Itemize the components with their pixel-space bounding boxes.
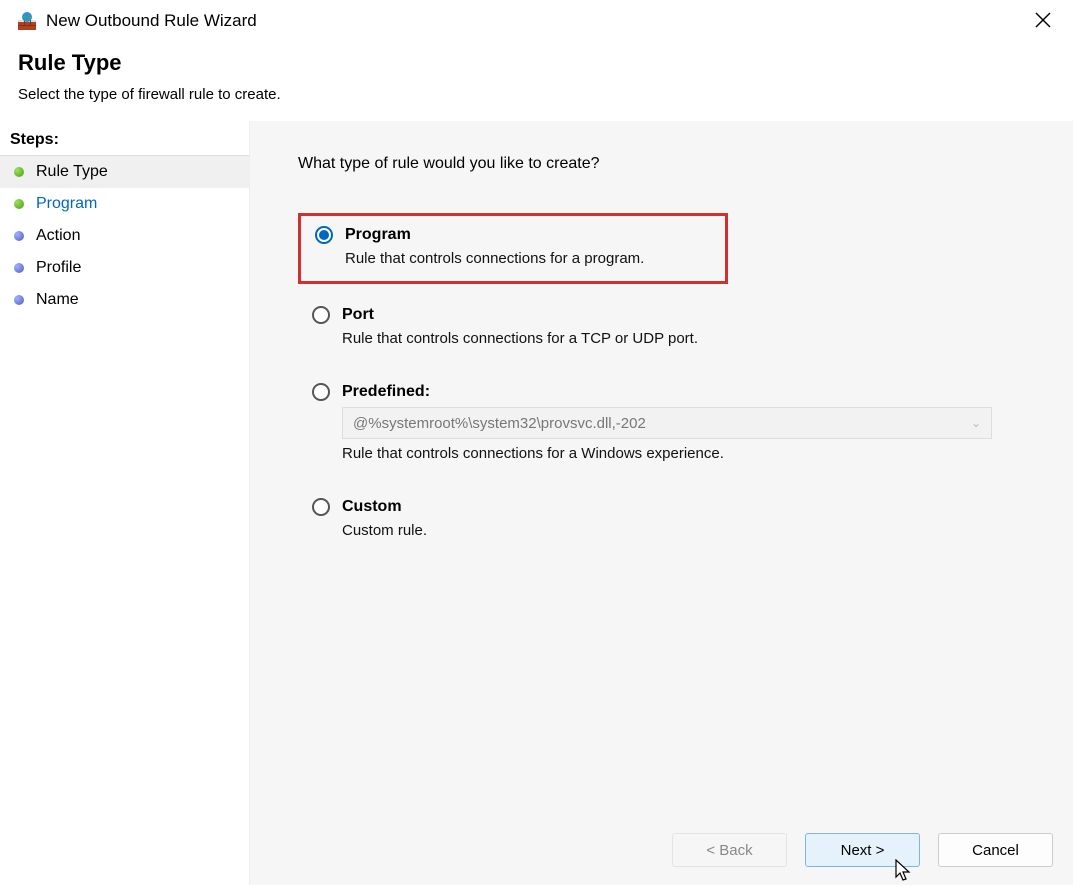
option-port-title: Port <box>342 306 374 324</box>
header: Rule Type Select the type of firewall ru… <box>0 40 1073 121</box>
close-button[interactable] <box>1025 8 1061 35</box>
firewall-icon <box>18 12 36 30</box>
page-title: Rule Type <box>18 50 1073 76</box>
step-label: Action <box>36 227 80 245</box>
option-custom-title: Custom <box>342 498 402 516</box>
steps-heading: Steps: <box>0 125 249 156</box>
radio-predefined[interactable] <box>312 383 330 401</box>
option-port[interactable]: Port Rule that controls connections for … <box>298 296 1013 361</box>
option-custom[interactable]: Custom Custom rule. <box>298 488 1013 553</box>
step-action[interactable]: Action <box>0 220 249 252</box>
step-profile[interactable]: Profile <box>0 252 249 284</box>
step-label: Rule Type <box>36 163 108 181</box>
radio-program[interactable] <box>315 226 333 244</box>
option-predefined[interactable]: Predefined: @%systemroot%\system32\provs… <box>298 373 1013 476</box>
option-program-desc: Rule that controls connections for a pro… <box>345 250 711 267</box>
option-custom-desc: Custom rule. <box>342 522 999 539</box>
radio-custom[interactable] <box>312 498 330 516</box>
titlebar: New Outbound Rule Wizard <box>0 0 1073 40</box>
step-bullet-icon <box>14 263 24 273</box>
main-panel: What type of rule would you like to crea… <box>250 121 1073 885</box>
back-button: < Back <box>672 833 787 867</box>
step-program[interactable]: Program <box>0 188 249 220</box>
step-rule-type[interactable]: Rule Type <box>0 156 249 188</box>
step-name[interactable]: Name <box>0 284 249 316</box>
chevron-down-icon: ⌄ <box>971 416 981 430</box>
step-bullet-icon <box>14 199 24 209</box>
cancel-button[interactable]: Cancel <box>938 833 1053 867</box>
rule-type-options: Program Rule that controls connections f… <box>298 213 1073 553</box>
question-text: What type of rule would you like to crea… <box>298 155 1073 173</box>
step-label: Program <box>36 195 97 213</box>
step-bullet-icon <box>14 167 24 177</box>
step-bullet-icon <box>14 231 24 241</box>
window-title: New Outbound Rule Wizard <box>46 11 1025 31</box>
predefined-dropdown: @%systemroot%\system32\provsvc.dll,-202 … <box>342 407 992 439</box>
wizard-footer: < Back Next > Cancel <box>672 833 1053 867</box>
predefined-dropdown-value: @%systemroot%\system32\provsvc.dll,-202 <box>353 415 646 432</box>
page-subtitle: Select the type of firewall rule to crea… <box>18 86 1073 103</box>
radio-port[interactable] <box>312 306 330 324</box>
option-predefined-title: Predefined: <box>342 383 430 401</box>
step-label: Name <box>36 291 79 309</box>
step-label: Profile <box>36 259 81 277</box>
step-bullet-icon <box>14 295 24 305</box>
option-program[interactable]: Program Rule that controls connections f… <box>298 213 728 284</box>
option-port-desc: Rule that controls connections for a TCP… <box>342 330 999 347</box>
option-program-title: Program <box>345 226 411 244</box>
option-predefined-desc: Rule that controls connections for a Win… <box>342 445 999 462</box>
next-button[interactable]: Next > <box>805 833 920 867</box>
steps-sidebar: Steps: Rule Type Program Action Profile … <box>0 121 250 885</box>
